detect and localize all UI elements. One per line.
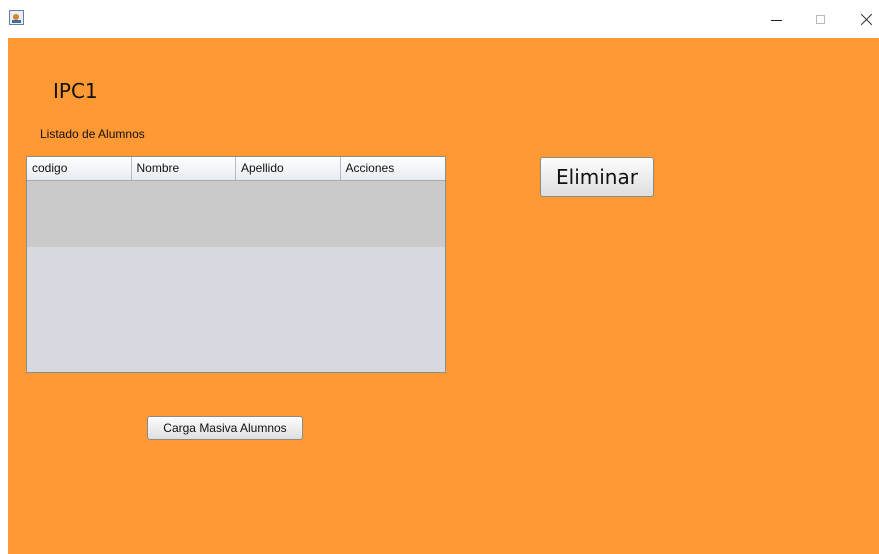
carga-masiva-button[interactable]: Carga Masiva Alumnos [147,416,303,440]
main-panel: IPC1 Listado de Alumnos codigo Nombre Ap… [8,38,879,554]
column-header-nombre[interactable]: Nombre [132,157,236,180]
app-title: IPC1 [53,79,98,103]
column-header-codigo[interactable]: codigo [27,157,132,180]
java-cup-icon[interactable] [9,10,24,25]
column-header-apellido[interactable]: Apellido [236,157,341,180]
close-icon[interactable] [857,10,877,30]
minimize-icon[interactable] [767,10,787,30]
window-titlebar [0,0,879,38]
students-table[interactable]: codigo Nombre Apellido Acciones [26,156,446,373]
table-header: codigo Nombre Apellido Acciones [27,157,445,181]
eliminar-button[interactable]: Eliminar [540,157,654,197]
student-list-label: Listado de Alumnos [40,127,145,141]
maximize-icon[interactable] [811,10,831,30]
column-header-acciones[interactable]: Acciones [341,157,446,180]
table-row[interactable] [27,181,445,247]
